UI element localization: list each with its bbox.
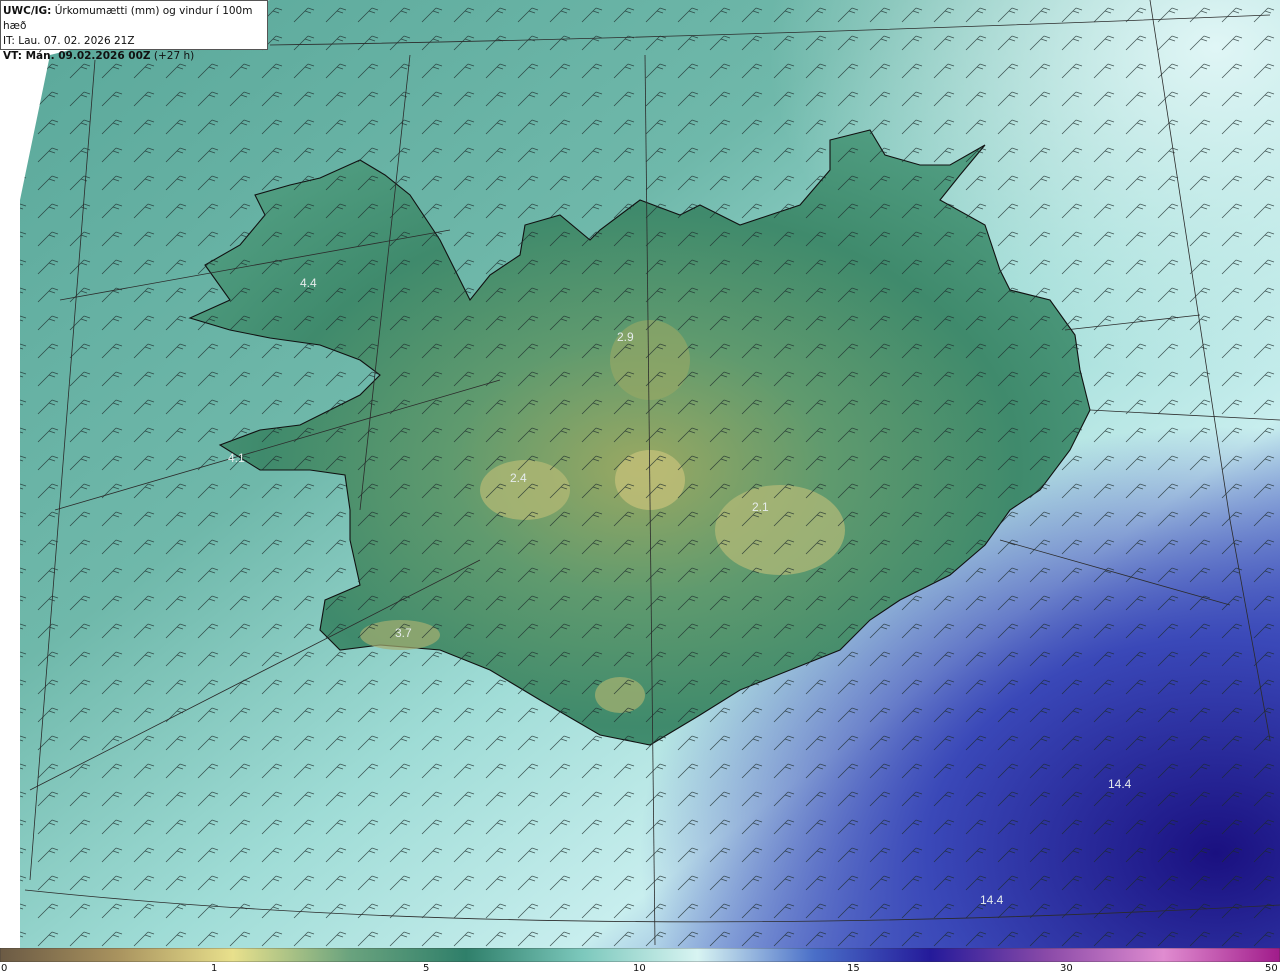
issue-time: IT: Lau. 07. 02. 2026 21Z: [3, 35, 135, 47]
map-label: 2.4: [510, 471, 527, 485]
forecast-offset: (+27 h): [153, 50, 195, 62]
colorbar-tick: 0: [1, 963, 8, 974]
map-label: 4.4: [300, 276, 317, 290]
colorbar-tick: 1: [211, 963, 218, 974]
colorbar-tick: 50: [1265, 963, 1278, 974]
precipitable-water-map: 4.4 2.9 4.1 2.4 2.1 3.7 14.4 14.4: [0, 0, 1280, 948]
colorbar-tick: 10: [633, 963, 646, 974]
colorbar-tick: 30: [1060, 963, 1073, 974]
map-label: 2.9: [617, 330, 634, 344]
map-label: 2.1: [752, 500, 769, 514]
map-label: 14.4: [1108, 777, 1132, 791]
colorbar: [0, 948, 1280, 962]
colorbar-tick: 15: [847, 963, 860, 974]
map-label: 14.4: [980, 893, 1004, 907]
valid-time: VT: Mán. 09.02.2026 00Z: [3, 50, 151, 62]
product-code: UWC/IG:: [3, 5, 52, 17]
map-header: UWC/IG: Úrkomumætti (mm) og vindur í 100…: [0, 0, 268, 62]
colorbar-tick: 5: [423, 963, 430, 974]
map-label: 3.7: [395, 626, 412, 640]
map-label: 4.1: [228, 451, 245, 465]
